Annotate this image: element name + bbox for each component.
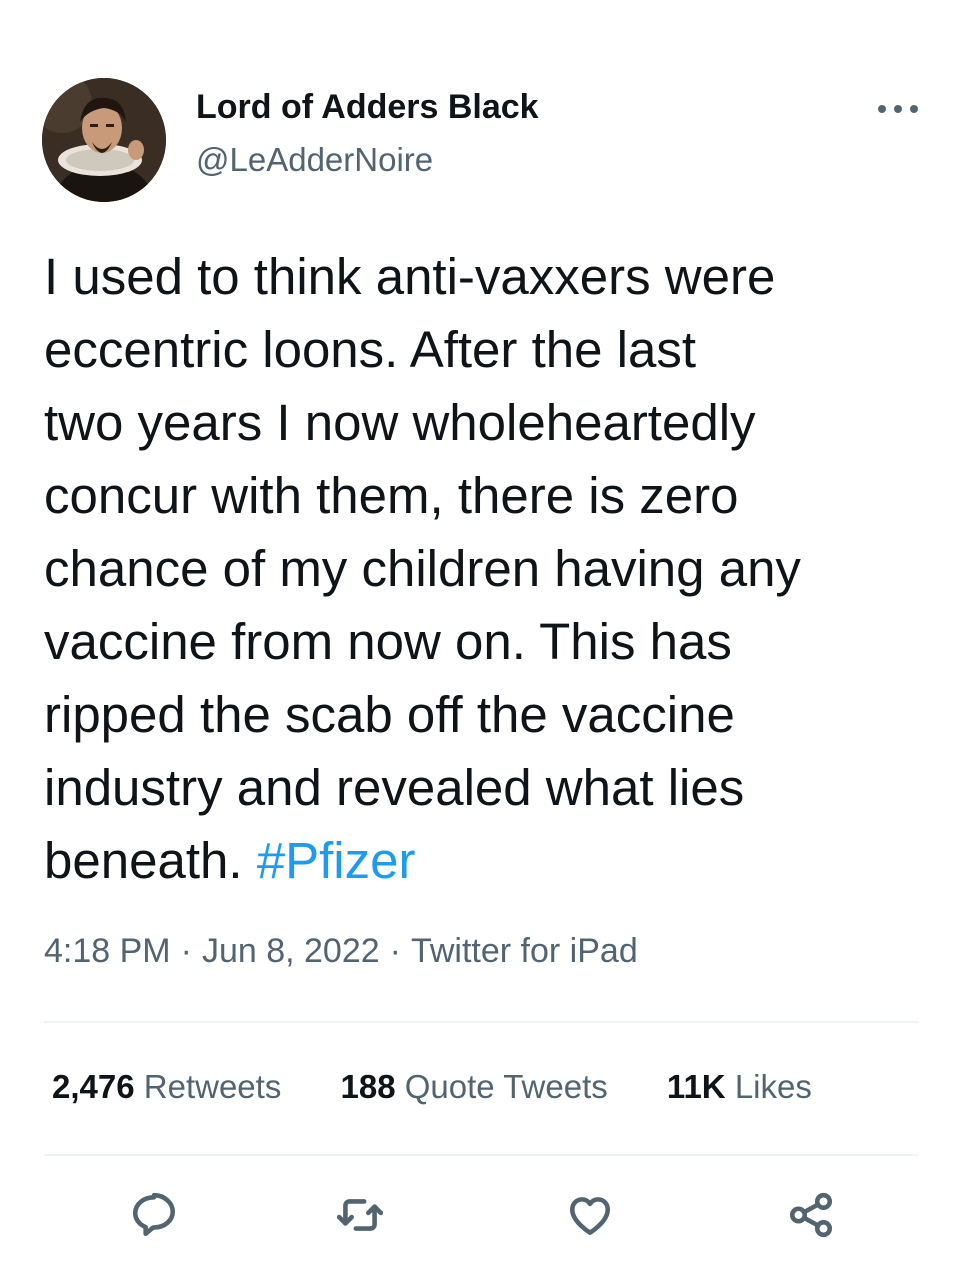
- tweet-text-line: two years I now wholeheartedly: [44, 394, 756, 451]
- retweets-stat[interactable]: 2,476 Retweets: [52, 1068, 281, 1105]
- tweet-text-line: industry and revealed what lies: [44, 759, 745, 816]
- tweet-text-line: eccentric loons. After the last: [44, 321, 696, 378]
- likes-count: 11K: [666, 1068, 726, 1105]
- tweet-text-last-line: beneath. #Pfizer: [44, 824, 934, 897]
- divider: [44, 1154, 919, 1156]
- quote-tweets-count: 188: [340, 1068, 396, 1105]
- hashtag-link[interactable]: #Pfizer: [257, 832, 416, 889]
- retweet-icon[interactable]: [335, 1190, 385, 1240]
- share-icon[interactable]: [786, 1190, 836, 1240]
- quote-tweets-label: Quote Tweets: [404, 1068, 608, 1105]
- meta-separator: ·: [389, 932, 401, 970]
- reply-icon[interactable]: [129, 1190, 179, 1240]
- tweet-detail: Lord of Adders Black @LeAdderNoire I use…: [0, 0, 963, 1280]
- avatar[interactable]: [42, 78, 166, 202]
- more-horizontal-icon[interactable]: [872, 95, 924, 123]
- tweet-text-line: concur with them, there is zero: [44, 467, 739, 524]
- meta-separator: ·: [180, 932, 192, 970]
- likes-stat[interactable]: 11K Likes: [667, 1068, 812, 1105]
- quote-tweets-stat[interactable]: 188 Quote Tweets: [341, 1068, 608, 1105]
- tweet-text-line: ripped the scab off the vaccine: [44, 686, 735, 743]
- divider: [44, 1021, 919, 1023]
- tweet-text: I used to think anti-vaxxers were eccent…: [44, 240, 934, 897]
- author-display-name[interactable]: Lord of Adders Black: [196, 88, 539, 127]
- tweet-meta: 4:18 PM · Jun 8, 2022 · Twitter for iPad: [44, 932, 638, 971]
- likes-label: Likes: [734, 1068, 812, 1105]
- retweets-label: Retweets: [143, 1068, 282, 1105]
- retweets-count: 2,476: [52, 1068, 135, 1105]
- heart-icon[interactable]: [565, 1190, 615, 1240]
- tweet-source[interactable]: Twitter for iPad: [411, 932, 638, 970]
- tweet-date[interactable]: Jun 8, 2022: [202, 932, 380, 970]
- tweet-text-line: beneath.: [44, 832, 257, 889]
- tweet-stats: 2,476 Retweets 188 Quote Tweets 11K Like…: [52, 1068, 862, 1106]
- tweet-text-line: chance of my children having any: [44, 540, 801, 597]
- tweet-time[interactable]: 4:18 PM: [44, 932, 171, 970]
- author-handle[interactable]: @LeAdderNoire: [196, 141, 433, 179]
- tweet-text-line: vaccine from now on. This has: [44, 613, 732, 670]
- tweet-text-line: I used to think anti-vaxxers were: [44, 248, 776, 305]
